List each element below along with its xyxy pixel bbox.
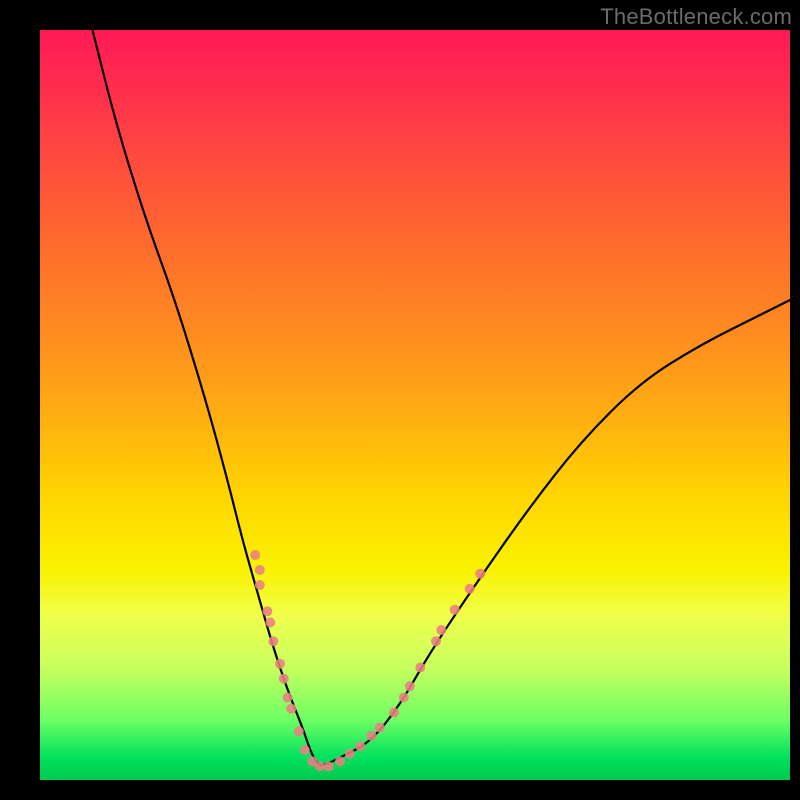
data-marker (389, 708, 399, 718)
data-marker (367, 731, 377, 741)
data-marker (250, 550, 260, 560)
watermark-text: TheBottleneck.com (600, 4, 792, 30)
data-marker (315, 762, 325, 772)
plot-area (40, 30, 790, 780)
data-marker (262, 606, 272, 616)
data-marker (283, 693, 293, 703)
data-marker (465, 584, 475, 594)
data-marker (255, 565, 265, 575)
data-marker (415, 663, 425, 673)
data-marker (475, 569, 485, 579)
data-marker (345, 749, 355, 759)
chart-svg (40, 30, 790, 780)
data-marker (431, 636, 441, 646)
data-marker (436, 625, 446, 635)
data-marker (375, 723, 385, 733)
chart-frame: TheBottleneck.com (0, 0, 800, 800)
data-marker (324, 762, 334, 772)
data-marker (335, 756, 345, 766)
data-marker (399, 693, 409, 703)
marker-layer (250, 550, 485, 772)
data-marker (405, 681, 415, 691)
data-marker (300, 745, 310, 755)
data-marker (279, 674, 289, 684)
data-marker (294, 726, 304, 736)
data-marker (286, 704, 296, 714)
bottleneck-curve (93, 30, 791, 765)
data-marker (265, 618, 275, 628)
data-marker (275, 659, 285, 669)
data-marker (255, 580, 265, 590)
data-marker (355, 741, 365, 751)
data-marker (268, 636, 278, 646)
data-marker (450, 605, 460, 615)
